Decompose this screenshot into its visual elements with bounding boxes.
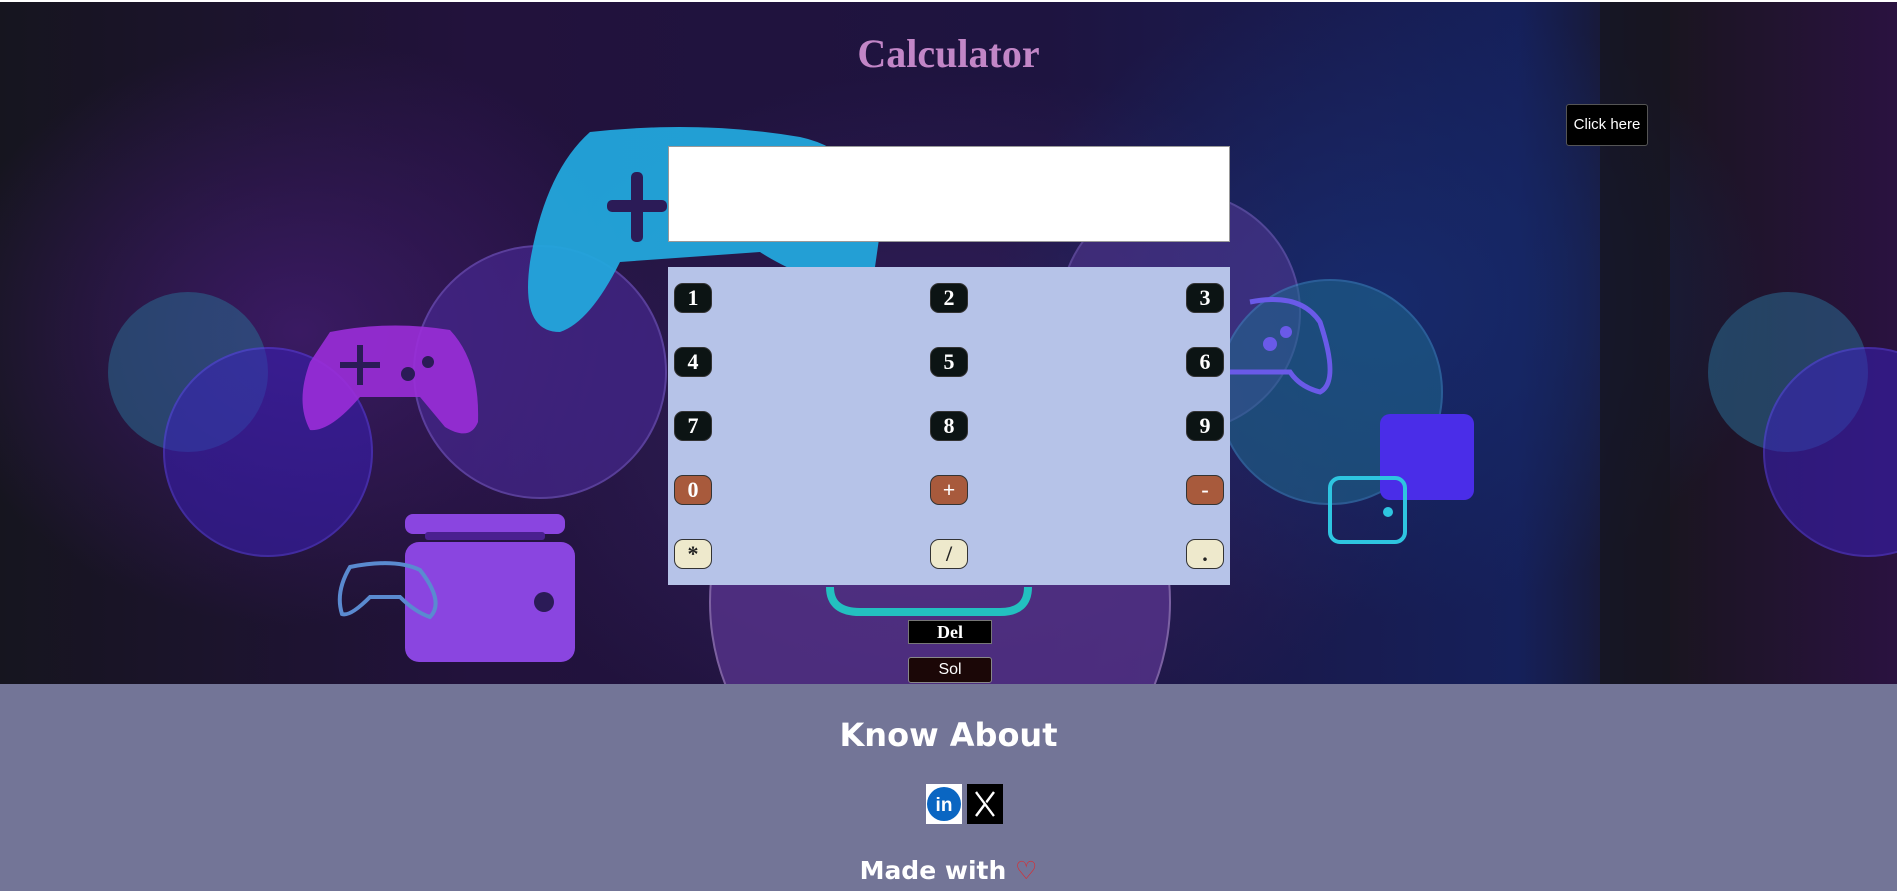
x-icon (967, 784, 1003, 824)
key-plus[interactable]: + (930, 475, 968, 505)
made-with-label: Made with (859, 856, 1007, 885)
hero-section: Calculator Click here 1 2 3 4 5 6 7 8 9 0 + - * /. De… (0, 0, 1897, 686)
x-link[interactable] (967, 784, 1003, 824)
svg-text:in: in (936, 795, 953, 816)
solve-button[interactable]: Sol (908, 657, 992, 683)
calculator-display (668, 146, 1230, 242)
footer: Know About in Made with ♡ (0, 684, 1897, 891)
heart-icon: ♡ (1015, 856, 1038, 885)
linkedin-link[interactable]: in (926, 784, 962, 824)
key-3[interactable]: 3 (1186, 283, 1224, 313)
key-dot[interactable]: . (1186, 539, 1224, 569)
key-2[interactable]: 2 (930, 283, 968, 313)
click-here-button[interactable]: Click here (1566, 104, 1648, 146)
made-with-text: Made with ♡ (0, 856, 1897, 885)
keypad: 1 2 3 4 5 6 7 8 9 0 + - * /. (668, 267, 1230, 585)
key-divide[interactable]: / (930, 539, 968, 569)
delete-button[interactable]: Del (908, 620, 992, 644)
key-5[interactable]: 5 (930, 347, 968, 377)
key-4[interactable]: 4 (674, 347, 712, 377)
key-7[interactable]: 7 (674, 411, 712, 441)
linkedin-icon: in (926, 784, 962, 824)
key-9[interactable]: 9 (1186, 411, 1224, 441)
footer-heading: Know About (839, 716, 1058, 754)
page-title: Calculator (857, 31, 1040, 76)
key-0[interactable]: 0 (674, 475, 712, 505)
key-1[interactable]: 1 (674, 283, 712, 313)
key-minus[interactable]: - (1186, 475, 1224, 505)
key-8[interactable]: 8 (930, 411, 968, 441)
key-multiply[interactable]: * (674, 539, 712, 569)
key-6[interactable]: 6 (1186, 347, 1224, 377)
